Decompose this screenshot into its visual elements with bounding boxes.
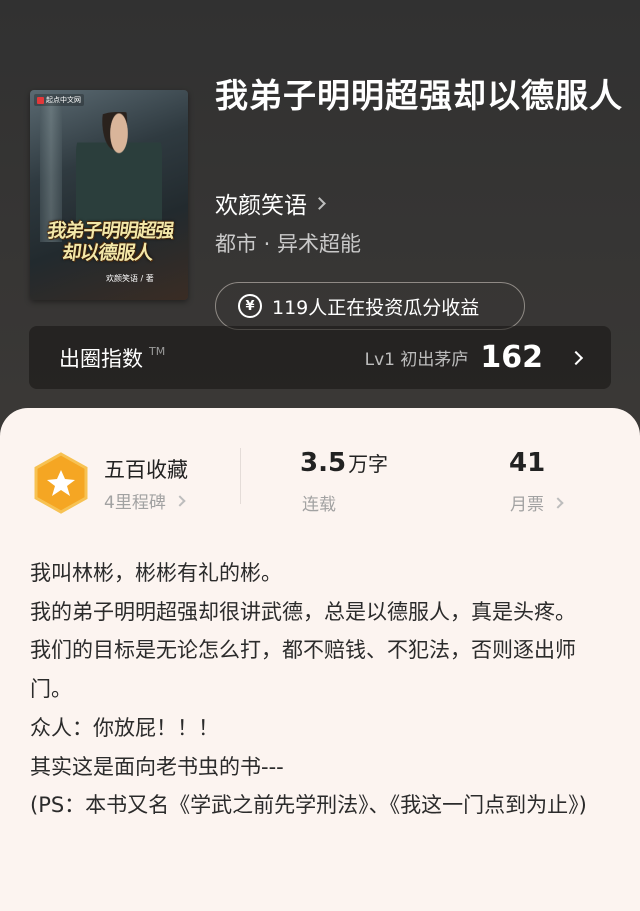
- invest-pill[interactable]: ¥ 119人正在投资瓜分收益: [215, 282, 525, 330]
- book-title: 我弟子明明超强却以德服人: [215, 76, 623, 115]
- cover-title-line2: 却以德服人: [60, 242, 154, 264]
- milestone-sub: 4里程碑: [104, 493, 166, 513]
- cover-title-line1: 我弟子明明超强: [45, 220, 176, 242]
- serial-status: 连载: [302, 495, 336, 515]
- synopsis-line: 众人：你放屁！！！: [30, 715, 219, 740]
- chevron-right-icon: [313, 196, 326, 210]
- yen-coin-icon: ¥: [238, 294, 262, 318]
- influence-score-group: Lv1 初出茅庐 162: [364, 340, 584, 375]
- milestone-link[interactable]: 4里程碑: [104, 488, 186, 513]
- synopsis-line: (PS：本书又名《学武之前先学刑法》、《我这一门点到为止》): [30, 793, 587, 818]
- chevron-right-icon: [174, 494, 186, 507]
- synopsis-line: 我的弟子明明超强却很讲武德，总是以德服人，真是头疼。: [30, 599, 576, 624]
- influence-score: 162: [480, 340, 543, 375]
- synopsis-line: 我叫林彬，彬彬有礼的彬。: [30, 561, 282, 585]
- book-synopsis: 我叫林彬，彬彬有礼的彬。 我的弟子明明超强却很讲武德，总是以德服人，真是头疼。 …: [30, 554, 615, 825]
- trademark-mark: TM: [149, 345, 166, 358]
- synopsis-line: 其实这是面向老书虫的书---: [30, 754, 284, 779]
- influence-index-bar[interactable]: 出圈指数 TM Lv1 初出茅庐 162: [29, 326, 611, 389]
- synopsis-line: 我们的目标是无论怎么打，都不赔钱、不犯法，否则逐出师门。: [30, 638, 576, 702]
- monthly-votes-link[interactable]: 月票: [510, 490, 564, 515]
- cover-figure: [76, 112, 162, 230]
- publisher-tag-text: 起点中文网: [46, 96, 81, 104]
- book-header: 起点中文网 我弟子明明超强 却以德服人 欢颜笑语 / 著 我弟子明明超强却以德服…: [0, 0, 640, 430]
- invest-text: 119人正在投资瓜分收益: [272, 296, 480, 319]
- cover-title: 我弟子明明超强 却以德服人: [33, 220, 185, 264]
- stats-row: 五百收藏 4里程碑 3.5 万字 连载 41 月票: [0, 436, 640, 536]
- cover-author: 欢颜笑语 / 著: [106, 274, 154, 283]
- chevron-right-icon: [552, 496, 564, 509]
- author-name: 欢颜笑语: [215, 193, 307, 219]
- star-milestone-badge-icon[interactable]: [33, 452, 89, 514]
- publisher-logo-icon: [37, 96, 44, 104]
- book-cover[interactable]: 起点中文网 我弟子明明超强 却以德服人 欢颜笑语 / 著: [30, 90, 188, 300]
- cover-publisher-tag: 起点中文网: [34, 94, 84, 106]
- chevron-right-icon: [568, 350, 584, 365]
- milestone-title[interactable]: 五百收藏: [104, 454, 188, 484]
- word-count-unit: 万字: [348, 452, 389, 476]
- influence-label: 出圈指数: [59, 346, 143, 371]
- book-info-card: 五百收藏 4里程碑 3.5 万字 连载 41 月票 我叫林彬，彬彬有礼的彬。 我的…: [0, 408, 640, 911]
- stats-divider: [240, 448, 241, 504]
- author-link[interactable]: 欢颜笑语: [215, 186, 326, 220]
- influence-level: Lv1 初出茅庐: [364, 350, 469, 370]
- monthly-votes-count[interactable]: 41: [509, 448, 545, 478]
- genre-tags[interactable]: 都市 · 异术超能: [215, 228, 361, 258]
- word-count-value: 3.5: [300, 448, 347, 478]
- monthly-votes-label: 月票: [510, 495, 544, 515]
- word-count: 3.5 万字: [300, 448, 388, 478]
